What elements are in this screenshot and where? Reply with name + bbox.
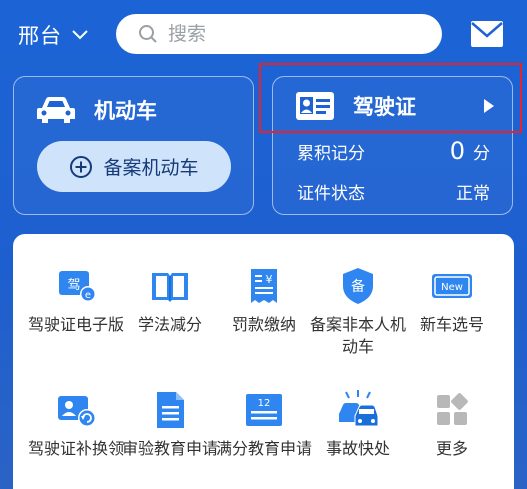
book-icon bbox=[152, 273, 188, 302]
points-unit: 分 bbox=[473, 144, 490, 164]
more-grid-icon bbox=[437, 393, 468, 425]
service-label: 罚款缴纳 bbox=[231, 315, 296, 334]
vehicle-card-title: 机动车 bbox=[94, 99, 157, 123]
top-bar: 邢台 bbox=[0, 0, 527, 70]
service-label: 驾驶证电子版 bbox=[27, 315, 124, 334]
register-vehicle-button[interactable]: 备案机动车 bbox=[37, 141, 231, 192]
service-label: 备案非本人机动车 bbox=[309, 315, 406, 356]
service-e-license[interactable]: 驾 e 驾驶证电子版 bbox=[27, 264, 125, 336]
service-new-plate[interactable]: New 新车选号 bbox=[403, 264, 501, 336]
license-renew-icon bbox=[58, 396, 96, 427]
service-study-deduct[interactable]: 学法减分 bbox=[121, 264, 219, 336]
car-icon bbox=[37, 97, 75, 123]
service-label: 满分教育申请 bbox=[215, 439, 312, 458]
service-label: 更多 bbox=[435, 439, 468, 458]
service-label: 驾驶证补换领 bbox=[27, 439, 124, 458]
svg-text:¥: ¥ bbox=[266, 273, 273, 286]
svg-text:备: 备 bbox=[351, 278, 365, 295]
services-panel: 驾 e 驾驶证电子版 学法减分 ¥ 罚款缴纳 备 备案非本人机动车 New 新车… bbox=[13, 234, 514, 489]
svg-text:New: New bbox=[441, 282, 463, 293]
svg-text:驾: 驾 bbox=[67, 278, 80, 293]
register-vehicle-label: 备案机动车 bbox=[103, 157, 199, 179]
service-accident[interactable]: 事故快处 bbox=[309, 388, 407, 460]
points-row: 累积记分 0分 bbox=[297, 137, 490, 165]
vehicle-card-header: 机动车 bbox=[36, 95, 157, 125]
service-review-education[interactable]: 审验教育申请 bbox=[121, 388, 219, 460]
status-row: 证件状态 正常 bbox=[297, 179, 490, 204]
vehicle-card[interactable]: 机动车 备案机动车 bbox=[13, 76, 254, 215]
status-label: 证件状态 bbox=[297, 184, 365, 204]
service-fine-payment[interactable]: ¥ 罚款缴纳 bbox=[215, 264, 313, 336]
city-label: 邢台 bbox=[18, 24, 62, 48]
search-input[interactable] bbox=[168, 23, 408, 45]
service-label: 审验教育申请 bbox=[121, 439, 218, 458]
svg-text:e: e bbox=[85, 290, 91, 301]
plus-circle-icon bbox=[70, 155, 93, 178]
points-label: 累积记分 bbox=[297, 144, 365, 164]
id-card-icon bbox=[296, 92, 334, 120]
points-value-group: 0分 bbox=[450, 137, 490, 165]
full-score-icon: 12 bbox=[246, 394, 282, 426]
search-bar[interactable] bbox=[116, 14, 442, 54]
license-card-title: 驾驶证 bbox=[353, 95, 416, 119]
mail-icon[interactable] bbox=[470, 20, 504, 48]
license-card-header[interactable]: 驾驶证 bbox=[295, 91, 496, 121]
status-value: 正常 bbox=[456, 184, 490, 204]
triangle-right-icon bbox=[484, 99, 494, 113]
accident-icon bbox=[339, 390, 379, 427]
service-license-renew[interactable]: 驾驶证补换领 bbox=[27, 388, 125, 460]
service-label: 事故快处 bbox=[325, 439, 390, 458]
new-plate-icon: New bbox=[432, 274, 472, 298]
document-icon bbox=[157, 392, 184, 428]
chevron-down-icon bbox=[72, 30, 88, 40]
license-card[interactable]: 驾驶证 累积记分 0分 证件状态 正常 bbox=[272, 76, 513, 215]
svg-text:12: 12 bbox=[258, 398, 271, 409]
service-label: 学法减分 bbox=[137, 315, 202, 334]
service-full-score-education[interactable]: 12 满分教育申请 bbox=[215, 388, 313, 460]
points-value: 0 bbox=[449, 137, 465, 165]
e-license-icon: 驾 e bbox=[59, 271, 96, 302]
service-label: 新车选号 bbox=[419, 315, 484, 334]
service-more[interactable]: 更多 bbox=[403, 388, 501, 460]
fine-bill-icon: ¥ bbox=[251, 269, 277, 303]
register-shield-icon: 备 bbox=[343, 268, 373, 304]
city-selector[interactable]: 邢台 bbox=[18, 20, 90, 50]
service-register-nonowner[interactable]: 备 备案非本人机动车 bbox=[309, 264, 407, 358]
search-icon bbox=[139, 25, 157, 43]
